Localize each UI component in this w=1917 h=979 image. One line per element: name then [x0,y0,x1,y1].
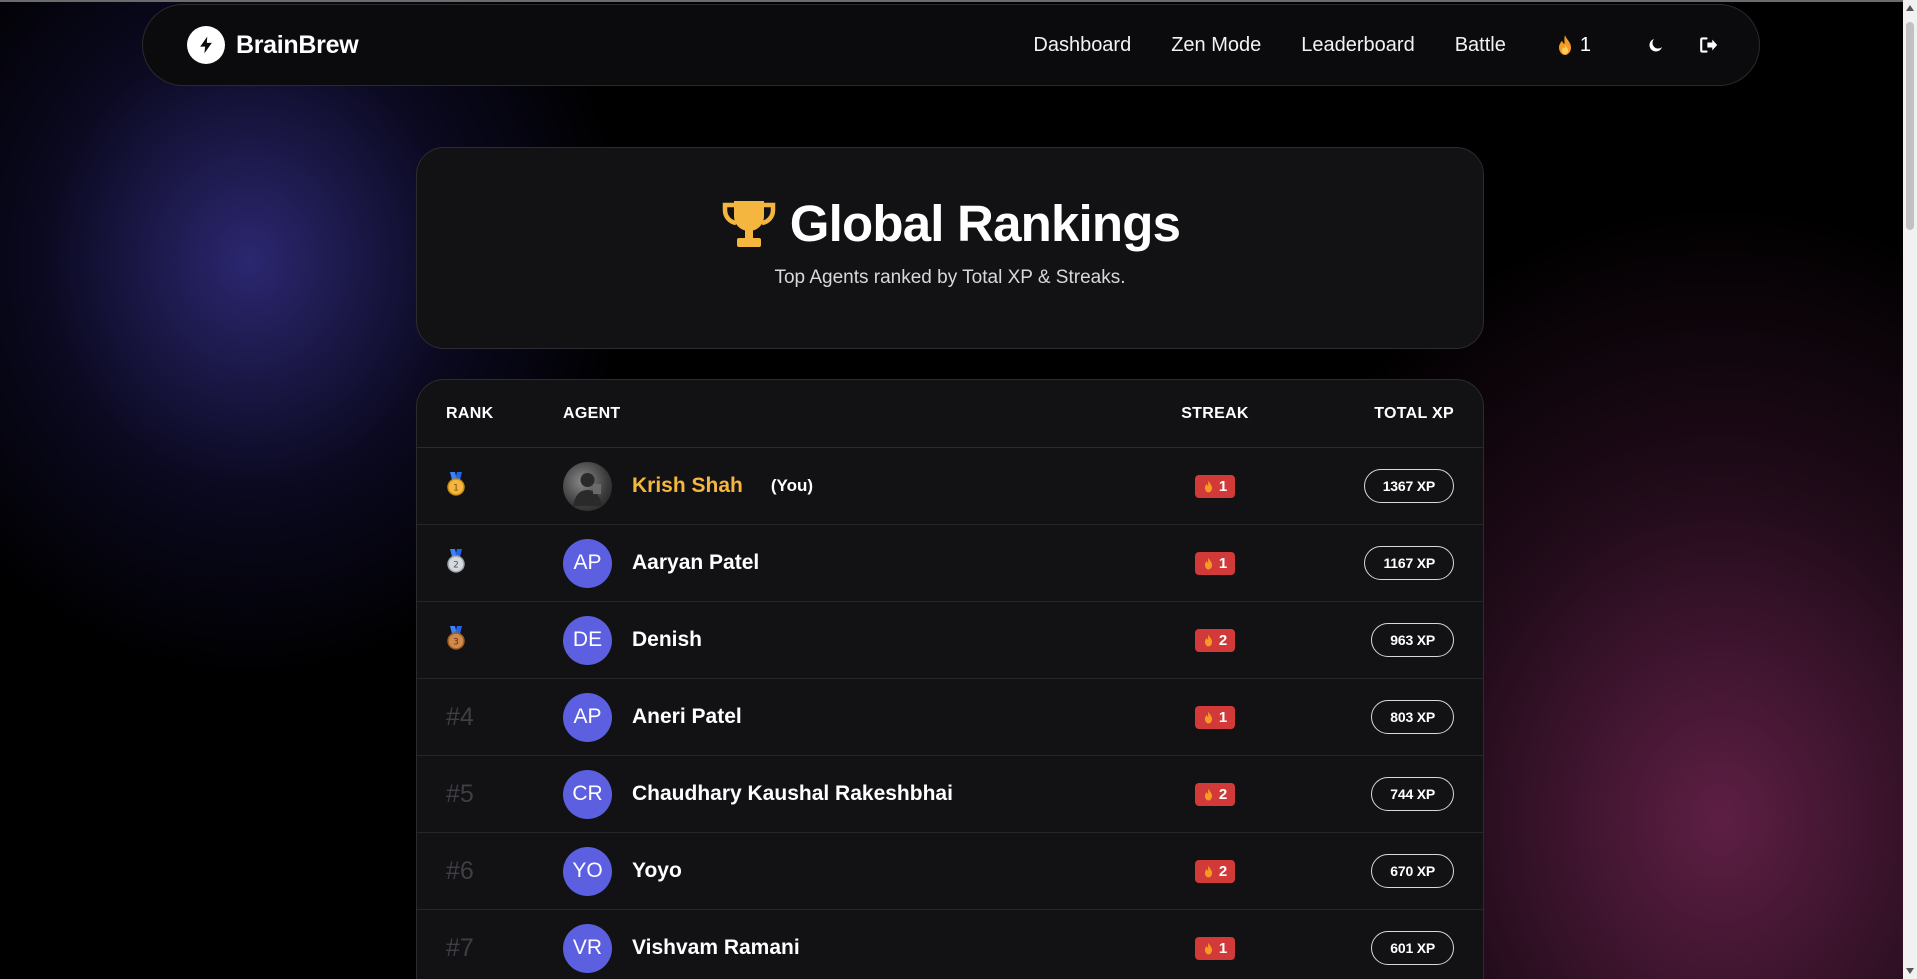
streak-value: 1 [1218,708,1228,726]
brand-name: BrainBrew [236,30,359,59]
scroll-down-arrow-icon[interactable] [1906,968,1914,974]
page-title-text: Global Rankings [789,195,1181,252]
header-total-xp: TOTAL XP [1374,404,1454,422]
streak-badge: 2 [1194,628,1236,652]
flame-icon [1204,711,1212,723]
you-tag: (You) [770,476,814,495]
avatar: VR [563,923,612,973]
rank-number: #7 [446,933,474,962]
flame-icon [1204,942,1212,954]
header-streak: STREAK [1181,404,1249,422]
streak-value: 1 [1218,939,1228,957]
agent-name[interactable]: Krish Shah [632,474,743,498]
browser-edge [0,0,1917,2]
silver-medal-icon: 2 [447,548,465,573]
avatar: AP [563,692,612,742]
avatar: AP [563,538,612,588]
agent-name[interactable]: Vishvam Ramani [632,936,800,960]
table-row[interactable]: 1 Krish Shah (You) 1 1367 XP [417,448,1483,525]
leaderboard-table: RANK AGENT STREAK TOTAL XP 1 Krish Shah … [416,379,1484,979]
scroll-thumb[interactable] [1906,22,1914,230]
flame-icon [1558,35,1571,55]
xp-badge: 670 XP [1371,854,1454,888]
header-rank: RANK [446,404,494,422]
moon-icon[interactable] [1647,36,1665,54]
table-row[interactable]: 3 DE Denish 2 963 XP [417,602,1483,679]
nav-link-dashboard[interactable]: Dashboard [1033,34,1131,57]
gold-medal-icon: 1 [447,471,465,496]
streak-counter[interactable]: 1 [1556,34,1591,57]
agent-name[interactable]: Aaryan Patel [632,551,759,575]
svg-text:2: 2 [453,560,459,570]
streak-value: 2 [1218,785,1228,803]
streak-badge: 2 [1194,782,1236,806]
agent-name[interactable]: Denish [632,628,702,652]
streak-value: 1 [1218,477,1228,495]
page-scrollbar[interactable] [1903,0,1917,979]
xp-badge: 601 XP [1371,931,1454,965]
xp-badge: 1167 XP [1364,546,1454,580]
flame-icon [1204,634,1212,646]
streak-badge: 1 [1194,705,1236,729]
page-subtitle: Top Agents ranked by Total XP & Streaks. [774,267,1126,288]
xp-badge: 963 XP [1371,623,1454,657]
scroll-up-arrow-icon[interactable] [1906,5,1914,11]
flame-icon [1204,480,1212,492]
agent-name[interactable]: Chaudhary Kaushal Rakeshbhai [632,782,953,806]
bronze-medal-icon: 3 [447,625,465,650]
table-row[interactable]: #5 CR Chaudhary Kaushal Rakeshbhai 2 744… [417,756,1483,833]
flame-icon [1204,557,1212,569]
streak-value: 1 [1218,554,1228,572]
brand[interactable]: BrainBrew [187,26,359,64]
trophy-icon [722,200,776,247]
nav-link-leaderboard[interactable]: Leaderboard [1301,34,1414,57]
agent-name[interactable]: Yoyo [632,859,682,883]
logout-icon[interactable] [1699,36,1719,54]
avatar [563,461,612,511]
svg-text:1: 1 [453,483,459,493]
nav-link-battle[interactable]: Battle [1455,34,1506,57]
table-row[interactable]: #6 YO Yoyo 2 670 XP [417,833,1483,910]
xp-badge: 1367 XP [1363,469,1454,503]
rank-number: #4 [446,702,474,731]
agent-name[interactable]: Aneri Patel [632,705,742,729]
lightning-bolt-icon [187,26,225,64]
rank-number: #6 [446,856,474,885]
avatar: DE [563,615,612,665]
table-header: RANK AGENT STREAK TOTAL XP [417,380,1483,448]
streak-value: 2 [1218,631,1228,649]
avatar: CR [563,769,612,819]
xp-badge: 744 XP [1371,777,1454,811]
xp-badge: 803 XP [1371,700,1454,734]
streak-badge: 1 [1194,936,1236,960]
nav-links: Dashboard Zen Mode Leaderboard Battle 1 [1033,34,1719,57]
flame-icon [1204,788,1212,800]
table-row[interactable]: #7 VR Vishvam Ramani 1 601 XP [417,910,1483,979]
rankings-header-card: Global Rankings Top Agents ranked by Tot… [416,147,1484,349]
header-agent: AGENT [563,404,621,422]
streak-count: 1 [1579,33,1591,56]
streak-badge: 1 [1194,551,1236,575]
streak-badge: 1 [1194,474,1236,498]
streak-badge: 2 [1194,859,1236,883]
table-row[interactable]: #4 AP Aneri Patel 1 803 XP [417,679,1483,756]
flame-icon [1204,865,1212,877]
avatar: YO [563,846,612,896]
navbar: BrainBrew Dashboard Zen Mode Leaderboard… [142,4,1760,86]
page-title: Global Rankings [417,194,1483,253]
rank-number: #5 [446,779,474,808]
table-row[interactable]: 2 AP Aaryan Patel 1 1167 XP [417,525,1483,602]
nav-link-zen-mode[interactable]: Zen Mode [1171,34,1261,57]
svg-text:3: 3 [453,637,459,647]
streak-value: 2 [1218,862,1228,880]
